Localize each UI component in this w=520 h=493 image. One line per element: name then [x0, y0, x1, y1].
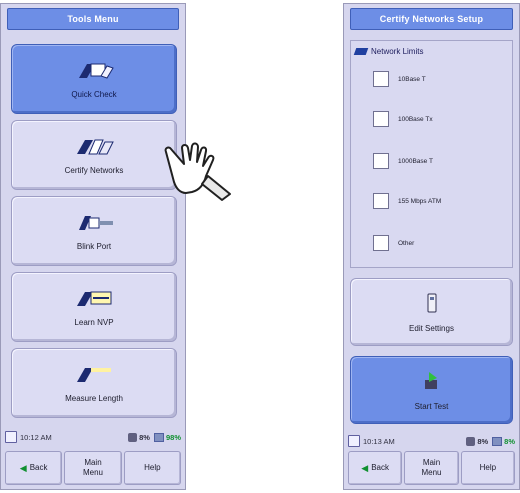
quick-check-icon: [79, 63, 114, 79]
option-1000base-t[interactable]: 1000Base T: [373, 153, 433, 169]
bottom-nav: ◀ Back Main Menu Help: [348, 451, 515, 485]
back-button[interactable]: ◀ Back: [348, 451, 403, 485]
checkbox[interactable]: [373, 235, 389, 251]
help-button[interactable]: Help: [460, 451, 515, 485]
main-menu-button[interactable]: Main Menu: [404, 451, 459, 485]
network-limits-label: Network Limits: [371, 47, 424, 56]
checkbox[interactable]: [373, 153, 389, 169]
certify-networks-setup-screen: Certify Networks Setup Network Limits 10…: [343, 3, 520, 490]
blink-port-label: Blink Port: [76, 241, 112, 251]
learn-nvp-button[interactable]: Learn NVP: [11, 272, 177, 342]
start-test-label: Start Test: [414, 401, 449, 411]
option-label: 1000Base T: [398, 157, 433, 165]
measure-length-label: Measure Length: [65, 393, 123, 403]
help-button[interactable]: Help: [123, 451, 181, 485]
checkbox[interactable]: [373, 71, 389, 87]
main-menu-label: Main Menu: [82, 458, 103, 477]
flag-icon: [353, 48, 369, 55]
start-test-button[interactable]: Start Test: [350, 356, 513, 424]
start-test-icon: [424, 371, 437, 389]
status-time: 10:13 AM: [363, 436, 395, 446]
back-arrow-icon: ◀: [19, 463, 27, 473]
certify-networks-label: Certify Networks: [64, 165, 124, 175]
back-button[interactable]: ◀ Back: [5, 451, 63, 485]
screen-title: Tools Menu: [7, 8, 179, 30]
main-menu-label: Main Menu: [421, 458, 442, 477]
checkbox[interactable]: [373, 111, 389, 127]
network-limits-header: Network Limits: [353, 47, 424, 56]
memory-icon: [153, 432, 164, 442]
status-bar: 10:13 AM 8% 8%: [348, 432, 515, 450]
status-bar: 10:12 AM 8% 98%: [5, 428, 181, 446]
main-menu-button[interactable]: Main Menu: [64, 451, 122, 485]
option-label: 100Base Tx: [398, 115, 433, 123]
memory-icon: [492, 436, 503, 446]
option-100base-tx[interactable]: 100Base Tx: [373, 111, 433, 127]
certify-networks-button[interactable]: Certify Networks: [11, 120, 177, 190]
memory-level: 8%: [504, 436, 515, 446]
help-label: Help: [479, 463, 497, 472]
learn-nvp-label: Learn NVP: [74, 317, 114, 327]
measure-length-icon: [77, 367, 111, 382]
back-arrow-icon: ◀: [361, 463, 369, 473]
edit-settings-label: Edit Settings: [409, 323, 454, 333]
hand-pointer-icon: [164, 142, 231, 201]
checkbox[interactable]: [373, 193, 389, 209]
option-label: 155 Mbps ATM: [398, 197, 442, 205]
help-label: Help: [144, 463, 161, 472]
option-label: Other: [398, 239, 415, 247]
blink-port-button[interactable]: Blink Port: [11, 196, 177, 266]
clock-icon: [5, 431, 17, 443]
battery-icon: [128, 432, 138, 442]
back-label: Back: [371, 463, 390, 472]
battery-icon: [466, 436, 476, 446]
network-limits-panel: Network Limits 10Base T 100Base Tx 1000B…: [350, 40, 513, 268]
measure-length-button[interactable]: Measure Length: [11, 348, 177, 418]
option-other[interactable]: Other: [373, 235, 414, 251]
back-label: Back: [29, 463, 48, 472]
blink-port-icon: [79, 215, 113, 230]
bottom-nav: ◀ Back Main Menu Help: [5, 451, 181, 485]
screen-title: Certify Networks Setup: [350, 8, 513, 30]
tools-menu-screen: Tools Menu Quick Check Certify Networks …: [0, 3, 186, 490]
battery-level: 8%: [139, 432, 150, 442]
certify-networks-icon: [77, 139, 114, 154]
edit-settings-button[interactable]: Edit Settings: [350, 278, 513, 346]
option-155-mbps-atm[interactable]: 155 Mbps ATM: [373, 193, 441, 209]
memory-level: 98%: [165, 432, 181, 442]
battery-level: 8%: [477, 436, 489, 446]
learn-nvp-icon: [77, 291, 112, 306]
clock-icon: [348, 435, 360, 447]
edit-settings-icon: [427, 293, 436, 312]
quick-check-label: Quick Check: [71, 89, 117, 99]
option-label: 10Base T: [398, 75, 426, 83]
quick-check-button[interactable]: Quick Check: [11, 44, 177, 114]
status-time: 10:12 AM: [20, 432, 52, 442]
option-10base-t[interactable]: 10Base T: [373, 71, 426, 87]
